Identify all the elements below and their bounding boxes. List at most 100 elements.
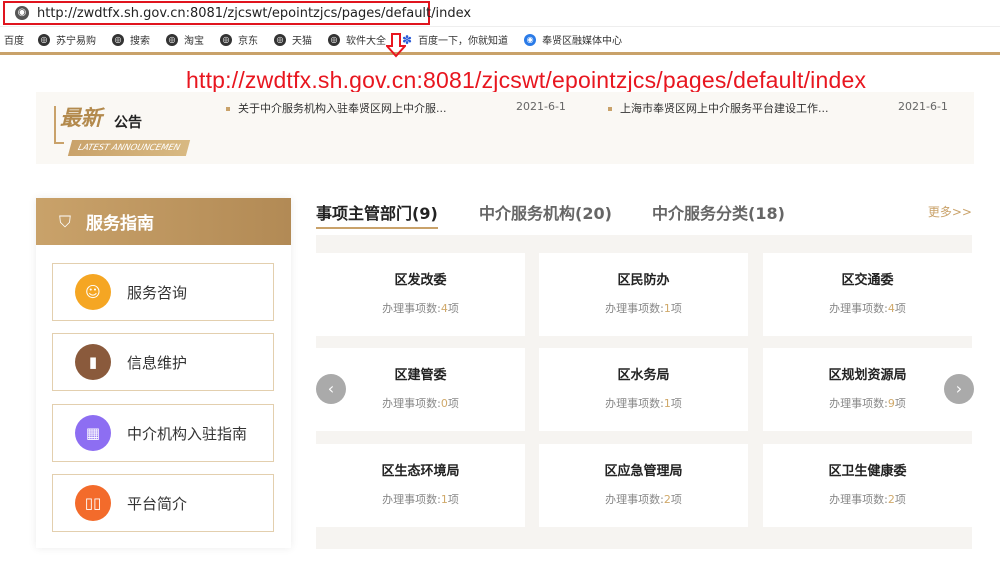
count-suffix: 项 [447,397,459,410]
count-suffix: 项 [670,493,682,506]
bookmark-label: 搜索 [130,36,150,47]
sidebar-item-onboarding-guide[interactable]: ▦ 中介机构入驻指南 [52,404,274,462]
bookmark-taobao[interactable]: ◎ 淘宝 [166,32,204,47]
department-count: 办理事项数:1项 [539,300,748,316]
count-suffix: 项 [894,302,906,315]
count-number: 4 [440,302,448,315]
logo-title-big: 最新 [60,105,102,130]
department-count: 办理事项数:2项 [539,491,748,507]
department-card[interactable]: 区卫生健康委 办理事项数:2项 [763,444,972,527]
department-name: 区发改委 [394,273,447,288]
count-suffix: 项 [894,397,906,410]
logo-tag: LATEST ANNOUNCEMEN [67,140,191,156]
bookmarks-bar: 百度 ◎ 苏宁易购 ◎ 搜索 ◎ 淘宝 ◎ 京东 ◎ 天猫 ◎ 软件大全 ✽ 百… [0,27,1000,52]
globe-icon: ◎ [220,33,232,46]
bookmark-baidu-search[interactable]: ✽ 百度一下，你就知道 [402,32,509,48]
count-suffix: 项 [894,493,906,506]
count-suffix: 项 [447,302,459,315]
bell-icon: ⛉ [58,211,71,231]
department-card[interactable]: 区建管委办理事项数:0项 [316,348,525,431]
count-number: 2 [887,493,895,506]
globe-icon: ◎ [274,33,286,46]
media-icon: ◉ [524,33,537,46]
sidebar-item-platform-intro[interactable]: ▯▯ 平台简介 [52,474,274,532]
department-name: 区建管委 [394,368,447,383]
category-tabs: 事项主管部门(9) 中介服务机构(20) 中介服务分类(18) 更多>> [316,198,972,232]
bookmark-label: 天猫 [292,36,312,47]
department-card[interactable]: 区水务局办理事项数:1项 [539,348,748,431]
announcement-date: 2021-6-1 [516,100,566,113]
department-count: 办理事项数:4项 [316,300,525,316]
bookmark-suning[interactable]: ◎ 苏宁易购 [38,32,96,47]
department-card[interactable]: 区发改委办理事项数:4项 [316,253,525,336]
department-card[interactable]: 区生态环境局 办理事项数:1项 [316,444,525,527]
building-icon: ▦ [75,415,111,451]
department-count: 办理事项数:1项 [539,395,748,411]
announcement-logo: 最新 公告 LATEST ANNOUNCEMEN [52,100,222,160]
announcement-link[interactable]: 关于中介服务机构入驻奉贤区网上中介服... [226,100,447,116]
count-suffix: 项 [670,302,682,315]
department-count: 办理事项数:4项 [763,300,972,316]
count-number: 1 [440,493,448,506]
count-number: 2 [663,493,671,506]
sidebar-item-label: 信息维护 [127,353,188,372]
bookmark-tmall[interactable]: ◎ 天猫 [274,32,312,47]
more-link[interactable]: 更多>> [928,203,972,220]
department-card[interactable]: 区规划资源局办理事项数:9项 [763,348,972,431]
sidebar-item-consult[interactable]: ☺ 服务咨询 [52,263,274,321]
count-prefix: 办理事项数: [605,302,664,315]
bookmark-software[interactable]: ◎ 软件大全 [328,32,386,47]
department-count: 办理事项数:9项 [763,395,972,411]
bookmark-baidu[interactable]: 百度 [4,32,24,47]
announcement-title: 上海市奉贤区网上中介服务平台建设工作... [620,102,829,115]
bookmark-label: 百度 [4,36,24,47]
department-name: 区卫生健康委 [828,464,907,479]
department-name: 区水务局 [617,368,670,383]
announcement-strip: 最新 公告 LATEST ANNOUNCEMEN 关于中介服务机构入驻奉贤区网上… [36,92,974,164]
bookmark-search[interactable]: ◎ 搜索 [112,32,150,47]
bookmark-label: 软件大全 [346,36,386,47]
department-count: 办理事项数:0项 [316,395,525,411]
annotation-url: http://zwdtfx.sh.gov.cn:8081/zjcswt/epoi… [186,67,867,93]
sidebar-item-maintenance[interactable]: ▮ 信息维护 [52,333,274,391]
tab-agencies[interactable]: 中介服务机构(20) [479,200,612,224]
sidebar-item-label: 平台简介 [127,494,188,513]
globe-icon: ◉ [15,6,29,20]
count-number: 4 [887,302,895,315]
count-number: 1 [663,302,671,315]
sidebar-item-label: 服务咨询 [127,283,188,302]
count-number: 1 [663,397,671,410]
bullet-icon [226,107,230,111]
department-name: 区规划资源局 [828,368,907,383]
count-prefix: 办理事项数: [605,493,664,506]
tab-departments[interactable]: 事项主管部门(9) [316,200,438,224]
bookmark-fengxian-media[interactable]: ◉ 奉贤区融媒体中心 [524,32,622,47]
header-divider [0,52,1000,55]
count-prefix: 办理事项数: [829,493,888,506]
globe-icon: ◎ [328,33,340,46]
department-card[interactable]: 区应急管理局 办理事项数:2项 [539,444,748,527]
book-open-icon: ▯▯ [75,485,111,521]
book-icon: ▮ [75,344,111,380]
headset-icon: ☺ [75,274,111,310]
sidebar-item-label: 中介机构入驻指南 [127,424,248,443]
bookmark-jd[interactable]: ◎ 京东 [220,32,258,47]
globe-icon: ◎ [38,33,50,46]
announcement-link[interactable]: 上海市奉贤区网上中介服务平台建设工作... [608,100,829,116]
next-arrow-icon[interactable]: › [944,374,974,404]
url-field[interactable]: ◉ http://zwdtfx.sh.gov.cn:8081/zjcswt/ep… [3,1,471,25]
bookmark-label: 奉贤区融媒体中心 [542,36,623,47]
active-tab-underline [316,227,438,229]
bullet-icon [608,107,612,111]
bookmark-label: 百度一下，你就知道 [418,36,509,47]
count-prefix: 办理事项数: [829,302,888,315]
department-grid: 区发改委 办理事项数:4项 区民防办 办理事项数:1项 区交通委 办理事项数:4项 区建管委… [316,235,972,549]
department-card[interactable]: 区交通委 办理事项数:4项 [763,253,972,336]
bookmark-label: 京东 [238,36,258,47]
prev-arrow-icon[interactable]: ‹ [316,374,346,404]
bookmark-label: 淘宝 [184,36,204,47]
department-card[interactable]: 区民防办办理事项数:1项 [539,253,748,336]
department-name: 区民防办 [617,273,670,288]
tab-categories[interactable]: 中介服务分类(18) [652,200,785,224]
department-name: 区应急管理局 [604,464,683,479]
